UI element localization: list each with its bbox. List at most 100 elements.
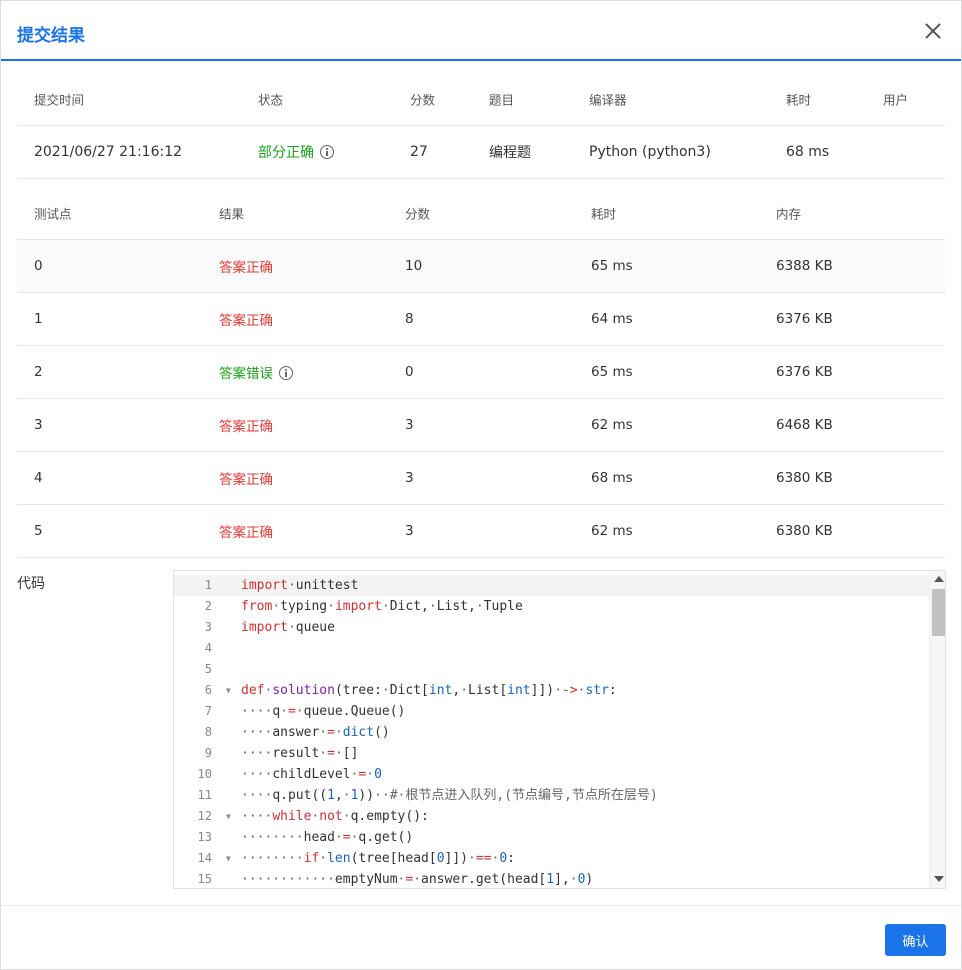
case-memory: 6388 KB [776,258,833,274]
case-time: 68 ms [591,470,633,486]
code-line: 11 ····q.put((1,·1))··#·根节点进入队列,(节点编号,节点… [174,785,929,806]
case-time: 65 ms [591,258,633,274]
code-line: 2 from·typing·import·Dict,·List,·Tuple [174,596,929,617]
case-time: 65 ms [591,364,633,380]
case-memory: 6380 KB [776,523,833,539]
case-time: 62 ms [591,523,633,539]
code-lines[interactable]: 1 import·unittest 2 from·typing·import·D… [174,575,929,888]
case-score: 10 [405,258,423,274]
table-row: 3 答案正确 3 62 ms 6468 KB [17,399,945,452]
submit-time: 2021/06/27 21:16:12 [34,144,183,160]
line-number: 1 [204,578,212,592]
code-line: 5 [174,659,929,680]
compiler-name: Python (python3) [589,144,711,160]
case-result-cell: 答案错误 [219,362,293,382]
fold-icon[interactable]: ▼ [226,680,231,701]
info-icon[interactable] [279,366,293,380]
case-memory: 6468 KB [776,417,833,433]
case-result: 答案正确 [219,260,273,276]
code-line: 13 ········head·=·q.get() [174,827,929,848]
line-number: 5 [204,662,212,676]
line-number: 6 [204,683,212,697]
line-number: 2 [204,599,212,613]
table-row: 2 答案错误 0 65 ms 6376 KB [17,346,945,399]
code-label: 代码 [17,576,45,592]
case-time: 62 ms [591,417,633,433]
header-result: 结果 [219,206,245,222]
line-number: 9 [204,746,212,760]
table-row: 1 答案正确 8 64 ms 6376 KB [17,293,945,346]
case-result: 答案正确 [219,419,273,435]
dialog-header: 提交结果 [1,1,961,61]
header-elapsed: 耗时 [786,92,812,108]
line-number: 3 [204,620,212,634]
scroll-up-icon[interactable] [934,576,944,582]
test-cases-table: 测试点 结果 分数 耗时 内存 0 答案正确 10 65 ms 6388 KB … [17,187,945,558]
submission-status: 部分正确 [258,142,334,162]
line-number: 14 [197,851,212,865]
case-result: 答案正确 [219,472,273,488]
case-id: 1 [34,311,43,327]
table-row: 4 答案正确 3 68 ms 6380 KB [17,452,945,505]
case-id: 0 [34,258,43,274]
header-case-score: 分数 [405,206,431,222]
dialog-title: 提交结果 [17,26,85,46]
case-memory: 6380 KB [776,470,833,486]
header-problem: 题目 [489,92,515,108]
code-line: 10 ····childLevel·=·0 [174,764,929,785]
confirm-button[interactable]: 确认 [885,924,946,956]
problem-name: 编程题 [489,145,531,161]
case-score: 8 [405,311,414,327]
total-score: 27 [410,144,428,160]
line-number: 7 [204,704,212,718]
line-number: 8 [204,725,212,739]
case-id: 3 [34,417,43,433]
line-number: 15 [197,872,212,886]
summary-header-row: 提交时间 状态 分数 题目 编译器 耗时 用户 [17,73,945,126]
line-number: 13 [197,830,212,844]
case-score: 3 [405,417,414,433]
scroll-down-icon[interactable] [934,876,944,882]
summary-row: 2021/06/27 21:16:12 部分正确 27 编程题 Python (… [17,126,945,179]
code-line: 15 ············emptyNum·=·answer.get(hea… [174,869,929,888]
case-memory: 6376 KB [776,311,833,327]
line-number: 10 [197,767,212,781]
code-line: 6 ▼ def·solution(tree:·Dict[int,·List[in… [174,680,929,701]
editor-scrollbar[interactable] [929,571,945,888]
status-text: 部分正确 [258,145,314,161]
case-result: 答案正确 [219,313,273,329]
code-line: 14 ▼ ········if·len(tree[head[0]])·==·0: [174,848,929,869]
code-line: 3 import·queue [174,617,929,638]
case-result: 答案错误 [219,366,273,382]
header-memory: 内存 [776,206,802,222]
fold-icon[interactable]: ▼ [226,848,231,869]
fold-icon[interactable]: ▼ [226,806,231,827]
line-number: 12 [197,809,212,823]
header-score: 分数 [410,92,436,108]
header-test-point: 测试点 [34,206,72,222]
header-status: 状态 [258,92,284,108]
submission-summary-table: 提交时间 状态 分数 题目 编译器 耗时 用户 2021/06/27 21:16… [17,73,945,179]
case-id: 5 [34,523,43,539]
table-row: 5 答案正确 3 62 ms 6380 KB [17,505,945,558]
case-score: 0 [405,364,414,380]
elapsed-time: 68 ms [786,144,830,160]
dialog-footer: 确认 [1,905,961,969]
submission-result-dialog: 提交结果 提交时间 状态 分数 题目 编译器 耗时 用户 2021/06/27 … [0,0,962,970]
info-icon[interactable] [320,145,334,159]
header-compiler: 编译器 [589,92,627,108]
line-number: 11 [197,788,212,802]
case-id: 4 [34,470,43,486]
code-line: 7 ····q·=·queue.Queue() [174,701,929,722]
case-score: 3 [405,470,414,486]
header-submit-time: 提交时间 [34,92,85,108]
code-editor[interactable]: 1 import·unittest 2 from·typing·import·D… [173,570,946,889]
code-line: 9 ····result·=·[] [174,743,929,764]
line-number: 4 [204,641,212,655]
case-score: 3 [405,523,414,539]
code-line: 8 ····answer·=·dict() [174,722,929,743]
case-result: 答案正确 [219,525,273,541]
cases-header-row: 测试点 结果 分数 耗时 内存 [17,187,945,240]
close-icon[interactable] [921,19,945,43]
scrollbar-thumb[interactable] [932,589,945,636]
